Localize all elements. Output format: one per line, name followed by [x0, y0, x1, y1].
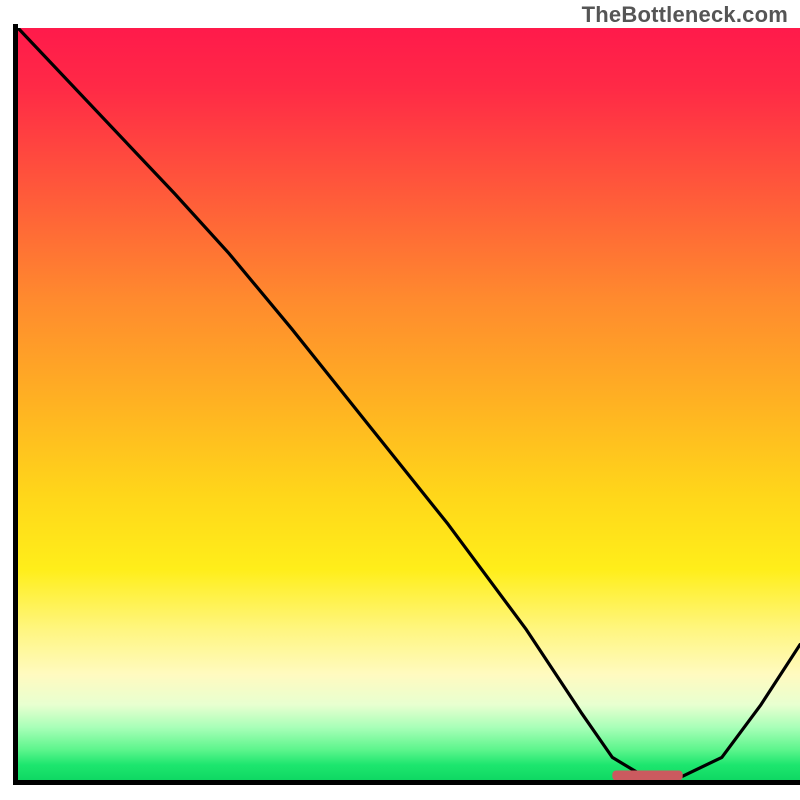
chart-container: TheBottleneck.com — [0, 0, 800, 800]
y-axis — [13, 24, 18, 784]
plot-area — [18, 28, 800, 780]
chart-overlay — [18, 28, 800, 780]
x-axis — [13, 780, 800, 785]
curve-line — [18, 28, 800, 776]
watermark-text: TheBottleneck.com — [582, 2, 788, 28]
highlight-marker — [612, 771, 682, 781]
